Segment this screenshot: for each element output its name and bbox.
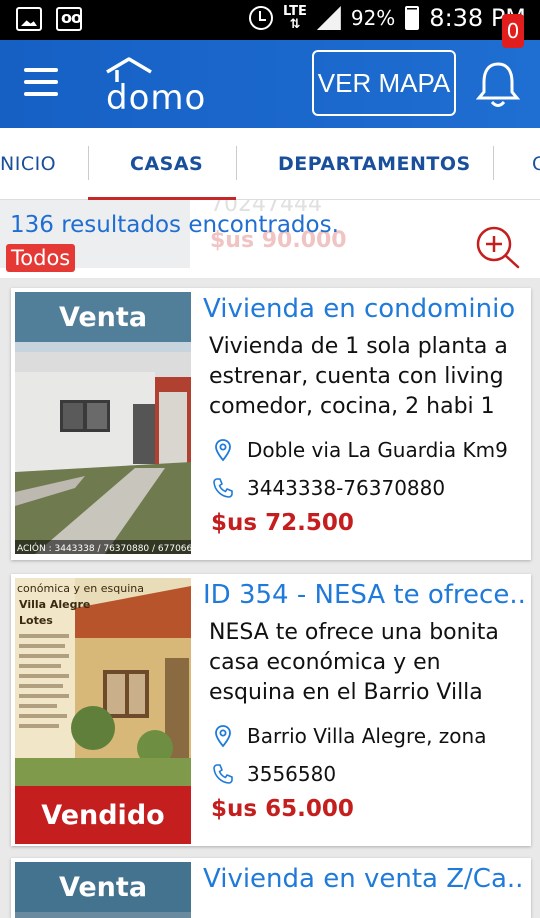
listing-phone-text: 3556580	[247, 762, 337, 786]
results-header: 70247444 $us 90.000 136 resultados encon…	[0, 200, 540, 278]
listing-phone: 3443338-76370880	[211, 476, 445, 500]
phone-icon	[213, 478, 233, 498]
bell-icon[interactable]	[476, 60, 520, 110]
listing-location: Doble via La Guardia Km9	[211, 438, 508, 462]
zoom-in-icon[interactable]	[474, 224, 522, 270]
listing-card[interactable]: Venta Vivienda en venta Z/Ca..	[11, 858, 531, 918]
network-type: LTE	[282, 4, 307, 19]
tab-inicio[interactable]: NICIO	[0, 128, 56, 200]
domo-logo: domo	[100, 52, 205, 118]
listing-card[interactable]: ACIÓN : 3443338 / 76370880 / 677066 Vent…	[11, 288, 531, 560]
photo-caption-line3: Lotes	[19, 614, 53, 627]
battery-percent: 92%	[350, 6, 396, 30]
listing-description: NESA te ofrece una bonita casa económica…	[209, 620, 499, 705]
battery-icon	[405, 6, 420, 30]
app-bar: domo VER MAPA	[0, 40, 540, 128]
listing-photo: conómica y en esquina Villa Alegre Lotes…	[15, 578, 191, 844]
location-pin-icon	[215, 439, 231, 462]
image-icon	[16, 7, 42, 31]
listing-price: $us 65.000	[211, 796, 354, 822]
alarm-icon	[248, 6, 273, 30]
photo-caption-line1: conómica y en esquina	[17, 582, 144, 595]
view-map-button[interactable]: VER MAPA	[312, 50, 456, 116]
category-tabs: NICIO CASAS DEPARTAMENTOS C	[0, 128, 540, 200]
logo-text: domo	[106, 78, 207, 118]
location-pin-icon	[215, 725, 231, 748]
listing-photo: Venta	[15, 862, 191, 918]
lte-icon: LTE ⇅	[282, 4, 307, 32]
listing-badge-venta: Venta	[15, 292, 191, 342]
notification-badge: 0	[502, 14, 524, 48]
photo-caption-line2: Villa Alegre	[19, 598, 90, 611]
listing-badge-vendido: Vendido	[15, 786, 191, 844]
listing-description: Vivienda de 1 sola planta a estrenar, cu…	[209, 334, 508, 419]
listing-phone-text: 3443338-76370880	[247, 476, 446, 500]
tab-casas[interactable]: CASAS	[130, 128, 203, 200]
signal-icon	[316, 6, 341, 30]
listing-card[interactable]: conómica y en esquina Villa Alegre Lotes…	[11, 574, 531, 846]
tab-next[interactable]: C	[532, 128, 540, 200]
tab-divider	[493, 146, 494, 180]
voicemail-icon	[56, 7, 82, 31]
listing-badge-venta: Venta	[15, 862, 191, 912]
tab-departamentos[interactable]: DEPARTAMENTOS	[278, 128, 471, 200]
listing-title[interactable]: Vivienda en venta Z/Ca..	[203, 864, 531, 894]
listing-photo: ACIÓN : 3443338 / 76370880 / 677066 Vent…	[15, 292, 193, 554]
phone-icon	[213, 764, 233, 784]
menu-icon[interactable]	[24, 68, 58, 96]
listing-title[interactable]: ID 354 - NESA te ofrece..	[203, 580, 531, 610]
listing-title[interactable]: Vivienda en condominio	[203, 294, 531, 324]
listing-price: $us 72.500	[211, 510, 354, 536]
status-bar: LTE⇅ 92% 8:38 PM	[0, 0, 540, 40]
photo-caption: ACIÓN : 3443338 / 76370880 / 677066	[17, 542, 191, 554]
tab-divider	[88, 146, 89, 180]
listing-phone: 3556580	[211, 762, 336, 786]
listing-location: Barrio Villa Alegre, zona	[211, 724, 486, 748]
listing-location-text: Doble via La Guardia Km9	[247, 438, 508, 462]
filter-chip-todos[interactable]: Todos	[6, 244, 76, 272]
results-count: 136 resultados encontrados.	[10, 212, 339, 238]
tab-divider	[236, 146, 237, 180]
listing-location-text: Barrio Villa Alegre, zona	[247, 724, 487, 748]
